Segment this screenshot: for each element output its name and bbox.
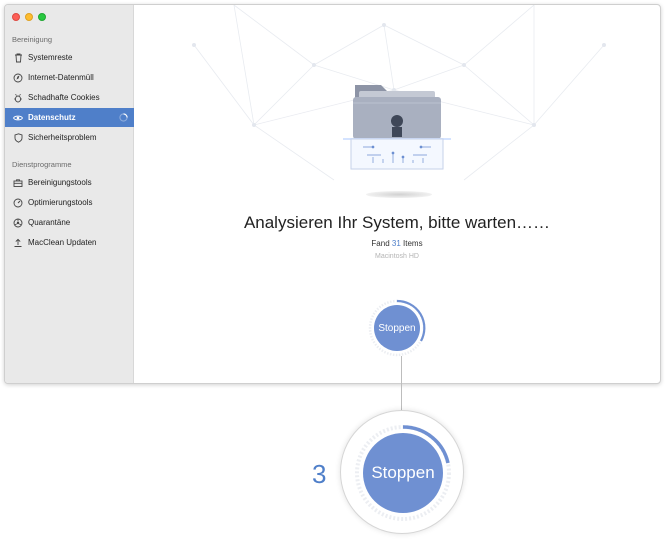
- biohazard-icon: [13, 218, 23, 228]
- folder-shadow: [366, 191, 432, 198]
- trash-icon: [13, 53, 23, 63]
- shield-icon: [13, 132, 23, 143]
- sidebar-item-systemreste[interactable]: Systemreste: [5, 48, 134, 67]
- stop-button-enlarged[interactable]: Stoppen: [363, 433, 443, 513]
- scanning-folder-icon: [343, 85, 451, 170]
- sidebar-item-internet-datenmuell[interactable]: Internet-Datenmüll: [5, 68, 134, 87]
- sidebar-item-label: Schadhafte Cookies: [28, 93, 100, 102]
- bug-icon: [13, 93, 23, 103]
- sidebar-item-optimierungstools[interactable]: Optimierungstools: [5, 193, 134, 212]
- sidebar-item-label: Sicherheitsproblem: [28, 133, 97, 142]
- compass-icon: [13, 73, 23, 83]
- app-window: Bereinigung Systemreste Internet-Datenmü…: [4, 4, 661, 384]
- sidebar-item-schadhafte-cookies[interactable]: Schadhafte Cookies: [5, 88, 134, 107]
- section-label-services: Dienstprogramme: [12, 160, 72, 169]
- sidebar-item-sicherheitsproblem[interactable]: Sicherheitsproblem: [5, 128, 134, 147]
- close-button[interactable]: [12, 13, 20, 21]
- stop-button-zoom-callout: Stoppen: [340, 410, 464, 534]
- sidebar-item-macclean-updaten[interactable]: MacClean Updaten: [5, 233, 134, 252]
- found-prefix: Fand: [371, 239, 390, 248]
- found-items-line: Fand 31 Items: [134, 239, 660, 248]
- toolbox-icon: [13, 178, 23, 188]
- main-panel: Analysieren Ihr System, bitte warten…… F…: [134, 5, 660, 383]
- sidebar-item-bereinigungstools[interactable]: Bereinigungstools: [5, 173, 134, 192]
- sidebar-item-datenschutz[interactable]: Datenschutz: [5, 108, 134, 127]
- sidebar-item-quarantaene[interactable]: Quarantäne: [5, 213, 134, 232]
- stop-control: Stoppen: [368, 299, 426, 357]
- sidebar: Bereinigung Systemreste Internet-Datenmü…: [5, 5, 134, 383]
- loading-spinner-icon: [119, 113, 128, 122]
- zoom-button[interactable]: [38, 13, 46, 21]
- sidebar-item-label: Quarantäne: [28, 218, 71, 227]
- sidebar-item-label: Bereinigungstools: [28, 178, 92, 187]
- minimize-button[interactable]: [25, 13, 33, 21]
- step-number: 3: [312, 459, 327, 489]
- found-suffix: Items: [403, 239, 423, 248]
- window-controls: [12, 13, 46, 21]
- sidebar-item-label: Systemreste: [28, 53, 73, 62]
- sidebar-item-label: Optimierungstools: [28, 198, 93, 207]
- upload-icon: [13, 238, 23, 248]
- eye-icon: [13, 113, 23, 123]
- callout-connector: [401, 356, 402, 412]
- gauge-icon: [13, 198, 23, 208]
- sidebar-item-label: Internet-Datenmüll: [28, 73, 94, 82]
- found-count: 31: [391, 239, 401, 248]
- stop-button[interactable]: Stoppen: [374, 305, 420, 351]
- sidebar-item-label: MacClean Updaten: [28, 238, 97, 247]
- drive-name: Macintosh HD: [375, 253, 419, 260]
- section-label-cleaning: Bereinigung: [12, 35, 53, 44]
- sidebar-item-label: Datenschutz: [28, 113, 76, 122]
- status-title: Analysieren Ihr System, bitte warten……: [243, 213, 551, 232]
